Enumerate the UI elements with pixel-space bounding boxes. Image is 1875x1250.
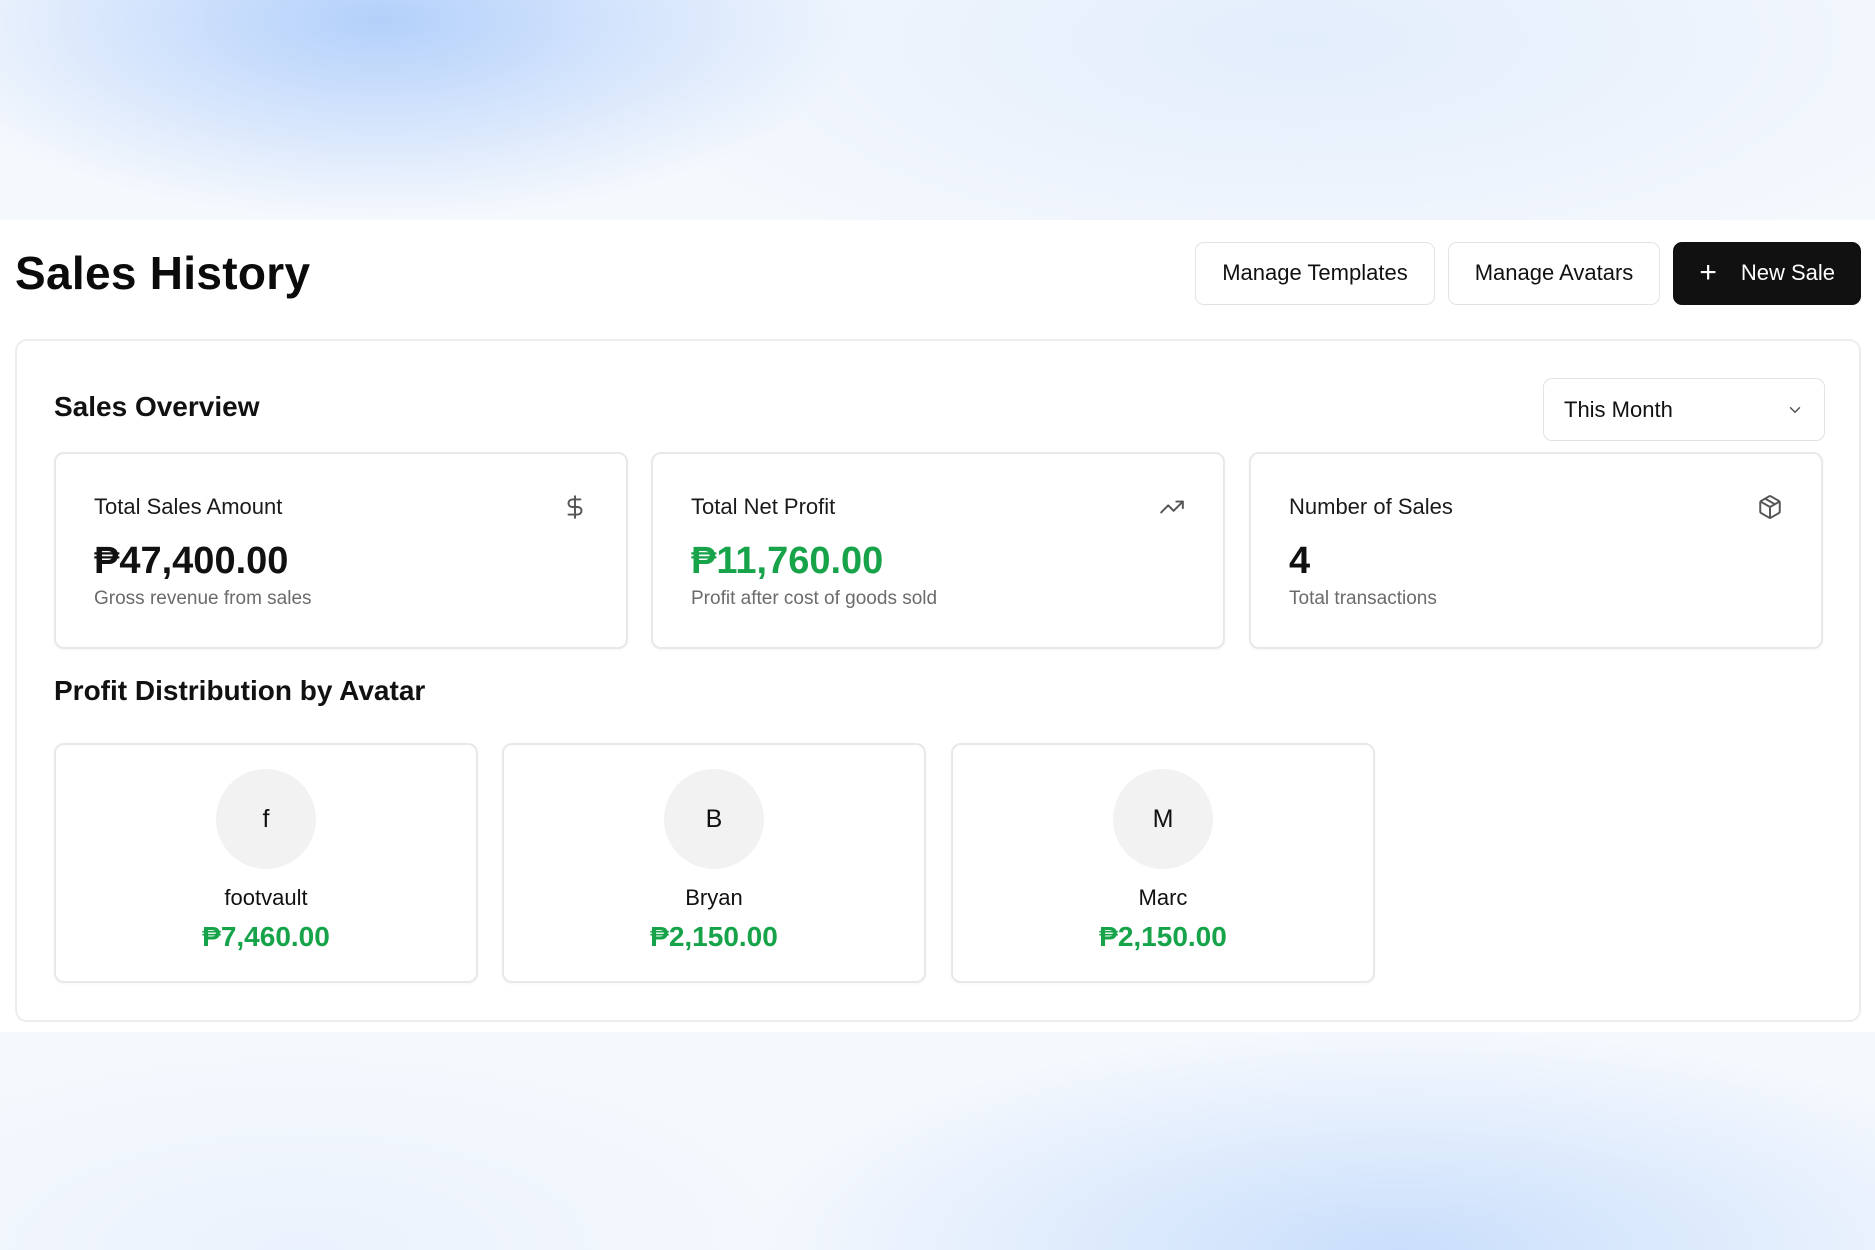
manage-templates-button[interactable]: Manage Templates — [1195, 241, 1435, 305]
profit-distribution-title: Profit Distribution by Avatar — [54, 675, 426, 706]
chevron-down-icon — [1786, 401, 1804, 419]
trending-up-icon — [1159, 494, 1185, 520]
stat-value: 4 — [1289, 540, 1311, 582]
manage-avatars-button[interactable]: Manage Avatars — [1447, 241, 1661, 305]
avatar: B — [664, 769, 764, 869]
stat-value: ₱47,400.00 — [94, 540, 289, 582]
avatar-name: Bryan — [685, 885, 743, 910]
page-header: Sales History Manage Templates Manage Av… — [15, 240, 1861, 306]
avatar-profit: ₱2,150.00 — [1099, 921, 1227, 952]
avatar-card[interactable]: B Bryan ₱2,150.00 — [502, 743, 926, 983]
stat-card-net-profit: Total Net Profit ₱11,760.00 Profit after… — [651, 452, 1225, 649]
new-sale-button[interactable]: + New Sale — [1673, 241, 1861, 305]
stat-label: Total Net Profit — [691, 494, 836, 519]
dollar-icon — [562, 494, 588, 520]
avatar-card[interactable]: M Marc ₱2,150.00 — [951, 743, 1375, 983]
page-title: Sales History — [15, 247, 311, 299]
package-icon — [1757, 494, 1783, 520]
avatar: M — [1113, 769, 1213, 869]
sales-history-page: Sales History Manage Templates Manage Av… — [0, 220, 1875, 1032]
sales-overview-title: Sales Overview — [54, 391, 260, 422]
sales-overview-panel: Sales Overview This Month Total Sales Am… — [15, 339, 1861, 1022]
stat-card-number-of-sales: Number of Sales 4 Total transactions — [1249, 452, 1823, 649]
plus-icon: + — [1699, 256, 1717, 289]
avatar-profit: ₱7,460.00 — [202, 921, 330, 952]
stat-value: ₱11,760.00 — [691, 540, 884, 582]
avatar-card[interactable]: f footvault ₱7,460.00 — [54, 743, 478, 983]
avatar: f — [216, 769, 316, 869]
stat-label: Number of Sales — [1289, 494, 1453, 519]
stat-subtitle: Gross revenue from sales — [94, 588, 312, 609]
header-actions: Manage Templates Manage Avatars + New Sa… — [1195, 241, 1861, 305]
stat-label: Total Sales Amount — [94, 494, 283, 519]
stat-subtitle: Total transactions — [1289, 588, 1437, 609]
avatar-name: footvault — [224, 885, 308, 910]
new-sale-label: New Sale — [1740, 260, 1835, 285]
period-select-value: This Month — [1564, 396, 1673, 422]
stat-card-total-sales: Total Sales Amount ₱47,400.00 Gross reve… — [54, 452, 628, 649]
avatar-profit: ₱2,150.00 — [650, 921, 778, 952]
period-select[interactable]: This Month — [1543, 378, 1825, 441]
stat-subtitle: Profit after cost of goods sold — [691, 588, 938, 609]
avatar-name: Marc — [1138, 885, 1188, 910]
